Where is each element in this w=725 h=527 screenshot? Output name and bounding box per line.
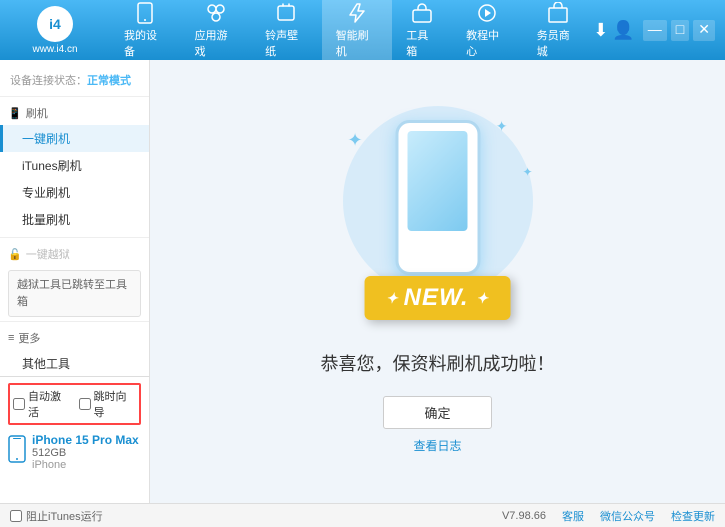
nav-toolbox-icon — [411, 2, 433, 24]
maximize-icon[interactable]: □ — [671, 20, 689, 41]
footer-right: V7.98.66 客服 微信公众号 检查更新 — [502, 508, 715, 524]
sidebar-divider-1 — [0, 237, 149, 238]
success-text: 恭喜您，保资料刷机成功啦！ — [321, 350, 555, 376]
nav-ringtones[interactable]: 铃声壁纸 — [251, 0, 322, 64]
device-details: iPhone 15 Pro Max 512GB iPhone — [32, 433, 139, 471]
bottom-panel: 自动激活 跳时向导 iPhone 15 Pro Max 512GB iPhone — [0, 376, 150, 479]
stop-itunes-label: 阻止iTunes运行 — [26, 508, 103, 524]
confirm-button[interactable]: 确定 — [383, 396, 491, 429]
auto-activate-checkbox[interactable]: 自动激活 — [13, 388, 71, 420]
user-icon[interactable]: 👤 — [612, 20, 634, 41]
logo-icon: i4 — [37, 6, 73, 42]
checkbox-row: 自动激活 跳时向导 — [8, 383, 141, 425]
sidebar-section-jailbreak: 🔓 一键越狱 — [0, 242, 149, 266]
version-text: V7.98.66 — [502, 510, 546, 522]
pro-flash-label: 专业刷机 — [22, 184, 70, 201]
sidebar-item-batch-flash[interactable]: 批量刷机 — [0, 206, 149, 233]
footer-wechat-link[interactable]: 微信公众号 — [600, 508, 655, 524]
minimize-icon[interactable]: — — [643, 20, 667, 41]
footer-check-update-link[interactable]: 检查更新 — [671, 508, 715, 524]
nav-apps-icon — [205, 2, 227, 24]
nav-business[interactable]: 务员商城 — [523, 0, 594, 64]
footer-left: 阻止iTunes运行 — [10, 508, 160, 524]
nav-smart-flash[interactable]: 智能刷机 — [322, 0, 393, 64]
batch-flash-label: 批量刷机 — [22, 211, 70, 228]
nav-tutorials[interactable]: 教程中心 — [452, 0, 523, 64]
header: i4 www.i4.cn 我的设备 应用游戏 铃声壁纸 智能刷机 — [0, 0, 725, 60]
time-guide-label: 跳时向导 — [94, 388, 137, 420]
main-content: ✦ ✦ ✦ ✦ NEW. ✦ 恭喜您，保资料刷机成功啦！ 确定 查看日志 — [150, 60, 725, 503]
sidebar-divider-2 — [0, 321, 149, 322]
phone-body — [395, 120, 480, 275]
more-section-label: 更多 — [18, 330, 40, 346]
status-bar: 设备连接状态：正常模式 — [0, 68, 149, 97]
sidebar-section-more: ≡ 更多 — [0, 326, 149, 350]
status-value: 正常模式 — [87, 75, 131, 87]
nav-tutorials-icon — [476, 2, 498, 24]
logo-area: i4 www.i4.cn — [10, 6, 100, 55]
itunes-flash-label: iTunes刷机 — [22, 157, 82, 174]
jailbreak-label: 一键越狱 — [26, 246, 70, 262]
device-info: iPhone 15 Pro Max 512GB iPhone — [8, 431, 141, 473]
jailbreak-icon: 🔓 — [8, 248, 22, 261]
success-image: ✦ ✦ ✦ ✦ NEW. ✦ — [328, 110, 548, 330]
nav-apps-games[interactable]: 应用游戏 — [181, 0, 252, 64]
device-type: iPhone — [32, 459, 139, 471]
nav-ringtones-icon — [275, 2, 297, 24]
device-storage: 512GB — [32, 447, 139, 459]
sparkle-icon-1: ✦ — [348, 130, 363, 151]
flash-section-icon: 📱 — [8, 107, 22, 120]
nav-toolbox[interactable]: 工具箱 — [392, 0, 452, 64]
stop-itunes-checkbox[interactable] — [10, 510, 22, 522]
sidebar-item-one-key-flash[interactable]: 一键刷机 — [0, 125, 149, 152]
nav-business-label: 务员商城 — [537, 27, 580, 59]
header-right-icons: ⬇ 👤 — □ ✕ — [593, 20, 715, 41]
nav-smart-flash-label: 智能刷机 — [336, 27, 379, 59]
logo-url: www.i4.cn — [32, 44, 77, 55]
phone-screen — [408, 131, 468, 231]
device-phone-icon — [8, 435, 26, 469]
other-tools-label: 其他工具 — [22, 355, 70, 372]
nav-tutorials-label: 教程中心 — [466, 27, 509, 59]
nav-my-device[interactable]: 我的设备 — [110, 0, 181, 64]
footer: 阻止iTunes运行 V7.98.66 客服 微信公众号 检查更新 — [0, 503, 725, 527]
nav-bar: 我的设备 应用游戏 铃声壁纸 智能刷机 工具箱 — [110, 0, 593, 64]
view-log-link[interactable]: 查看日志 — [413, 437, 461, 454]
time-guide-input[interactable] — [79, 398, 91, 410]
nav-apps-label: 应用游戏 — [195, 27, 238, 59]
nav-toolbox-label: 工具箱 — [406, 27, 438, 59]
flash-section-label: 刷机 — [26, 105, 48, 121]
jailbreak-notice: 越狱工具已跳转至工具箱 — [8, 270, 141, 317]
new-badge-text: NEW. — [404, 284, 469, 311]
sidebar-item-itunes-flash[interactable]: iTunes刷机 — [0, 152, 149, 179]
more-section-icon: ≡ — [8, 332, 14, 344]
sparkle-icon-2: ✦ — [496, 118, 508, 135]
nav-ringtones-label: 铃声壁纸 — [265, 27, 308, 59]
sidebar-section-flash: 📱 刷机 — [0, 101, 149, 125]
nav-my-device-icon — [134, 2, 156, 24]
sidebar-item-pro-flash[interactable]: 专业刷机 — [0, 179, 149, 206]
device-name: iPhone 15 Pro Max — [32, 433, 139, 447]
sidebar: 设备连接状态：正常模式 📱 刷机 一键刷机 iTunes刷机 专业刷机 批量刷机… — [0, 60, 150, 503]
download-icon[interactable]: ⬇ — [593, 20, 608, 41]
nav-my-device-label: 我的设备 — [124, 27, 167, 59]
time-guide-checkbox[interactable]: 跳时向导 — [79, 388, 137, 420]
footer-feedback-link[interactable]: 客服 — [562, 508, 584, 524]
status-label: 设备连接状态： — [10, 75, 87, 87]
nav-smart-flash-icon — [346, 2, 368, 24]
body-container: 设备连接状态：正常模式 📱 刷机 一键刷机 iTunes刷机 专业刷机 批量刷机… — [0, 60, 725, 503]
auto-activate-input[interactable] — [13, 398, 25, 410]
auto-activate-label: 自动激活 — [28, 388, 71, 420]
sidebar-item-other-tools[interactable]: 其他工具 — [0, 350, 149, 377]
sparkle-icon-3: ✦ — [522, 165, 532, 179]
new-badge: ✦ NEW. ✦ — [364, 276, 511, 320]
one-key-flash-label: 一键刷机 — [22, 130, 70, 147]
close-icon[interactable]: ✕ — [693, 20, 715, 41]
nav-business-icon — [547, 2, 569, 24]
